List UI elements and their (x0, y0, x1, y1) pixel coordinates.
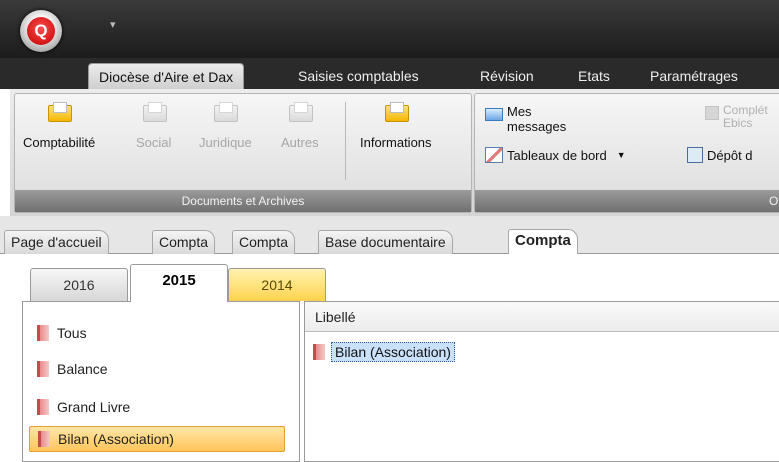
documents-archives-group: Comptabilité Social Juridique Autres Inf… (14, 93, 472, 213)
year-tab-2016[interactable]: 2016 (30, 268, 128, 301)
documents-archives-group-label: Documents et Archives (15, 190, 471, 212)
doc-tab-compta-2[interactable]: Compta (232, 230, 296, 254)
tab-diocese[interactable]: Diocèse d'Aire et Dax (88, 63, 245, 89)
completer-ebics-button[interactable]: Complét Ebics (705, 104, 768, 130)
tableaux-de-bord-label: Tableaux de bord (507, 147, 607, 163)
social-label: Social (136, 135, 172, 150)
informations-label: Informations (360, 135, 432, 150)
doc-tab-compta-1[interactable]: Compta (152, 230, 216, 254)
dropdown-arrow-icon[interactable]: ▼ (617, 150, 626, 160)
bookmark-icon (37, 399, 49, 415)
comptabilite-button[interactable]: Comptabilité (23, 102, 95, 150)
informations-button[interactable]: Informations (360, 102, 432, 150)
juridique-button[interactable]: Juridique (199, 102, 252, 150)
quick-access-dropdown-icon[interactable]: ▾ (110, 18, 116, 31)
chart-icon (485, 147, 503, 163)
tableaux-de-bord-button[interactable]: Tableaux de bord ▼ (485, 147, 626, 163)
column-header-libelle[interactable]: Libellé (305, 302, 779, 332)
completer-line2: Ebics (723, 116, 753, 130)
bookmark-icon (37, 325, 49, 341)
table-row[interactable]: Bilan (Association) (313, 340, 779, 364)
year-tab-2015[interactable]: 2015 (130, 264, 228, 302)
list-item-grand-livre[interactable]: Grand Livre (37, 394, 130, 420)
deposit-icon (687, 147, 703, 163)
messages-group: Mes messages Complét Ebics Tableaux de b… (474, 93, 779, 213)
year-tab-bar: 2016 2015 2014 (0, 254, 779, 302)
mes-messages-line2: messages (507, 119, 567, 134)
application-menu-button[interactable]: Q (20, 10, 62, 52)
bookmark-icon (37, 361, 49, 377)
doc-tab-compta-active[interactable]: Compta (508, 229, 578, 255)
app-logo-icon: Q (27, 17, 55, 45)
comptabilite-label: Comptabilité (23, 135, 96, 150)
list-item-tous[interactable]: Tous (37, 320, 87, 346)
messages-group-label: Ou (475, 190, 779, 212)
doc-tab-base-documentaire[interactable]: Base documentaire (318, 230, 453, 254)
title-bar: Q ▾ (0, 0, 779, 58)
row-libelle-cell[interactable]: Bilan (Association) (331, 342, 455, 362)
mes-messages-line1: Mes (507, 104, 532, 119)
list-item-label: Balance (57, 361, 108, 377)
depot-label: Dépôt d (707, 147, 753, 163)
autres-label: Autres (281, 135, 319, 150)
category-list: Tous Balance Grand Livre Bilan (Associat… (22, 301, 300, 462)
completer-line1: Complét (723, 103, 768, 117)
list-item-bilan-association[interactable]: Bilan (Association) (29, 426, 285, 452)
folder-icon (142, 102, 167, 122)
juridique-label: Juridique (199, 135, 252, 150)
list-item-label: Grand Livre (57, 399, 131, 415)
ribbon-tab-bar: Diocèse d'Aire et Dax Saisies comptables… (0, 58, 779, 89)
autres-button[interactable]: Autres (281, 102, 319, 150)
year-tab-2014[interactable]: 2014 (228, 268, 326, 301)
doc-tab-page-accueil[interactable]: Page d'accueil (4, 230, 109, 254)
folder-icon (214, 102, 239, 122)
mes-messages-button[interactable]: Mes messages (485, 104, 566, 134)
bookmark-icon (313, 344, 325, 360)
mail-icon (485, 108, 503, 121)
tab-saisies-comptables[interactable]: Saisies comptables (288, 63, 429, 89)
folder-icon (384, 102, 409, 122)
document-icon (705, 106, 719, 120)
tab-parametrages[interactable]: Paramétrages (640, 63, 748, 89)
depot-button[interactable]: Dépôt d (687, 147, 753, 163)
list-item-label: Tous (57, 325, 87, 341)
tab-etats[interactable]: Etats (568, 63, 620, 89)
list-item-balance[interactable]: Balance (37, 356, 108, 382)
documents-grid: Libellé Bilan (Association) (304, 301, 779, 462)
social-button[interactable]: Social (136, 102, 171, 150)
bookmark-icon (38, 431, 50, 447)
group-separator (345, 102, 346, 180)
ribbon: Comptabilité Social Juridique Autres Inf… (10, 89, 779, 216)
list-item-label: Bilan (Association) (58, 431, 174, 447)
folder-icon (288, 102, 313, 122)
tab-revision[interactable]: Révision (470, 63, 544, 89)
folder-icon (48, 102, 73, 122)
document-tab-bar: Page d'accueil Compta Compta Base docume… (0, 216, 779, 255)
